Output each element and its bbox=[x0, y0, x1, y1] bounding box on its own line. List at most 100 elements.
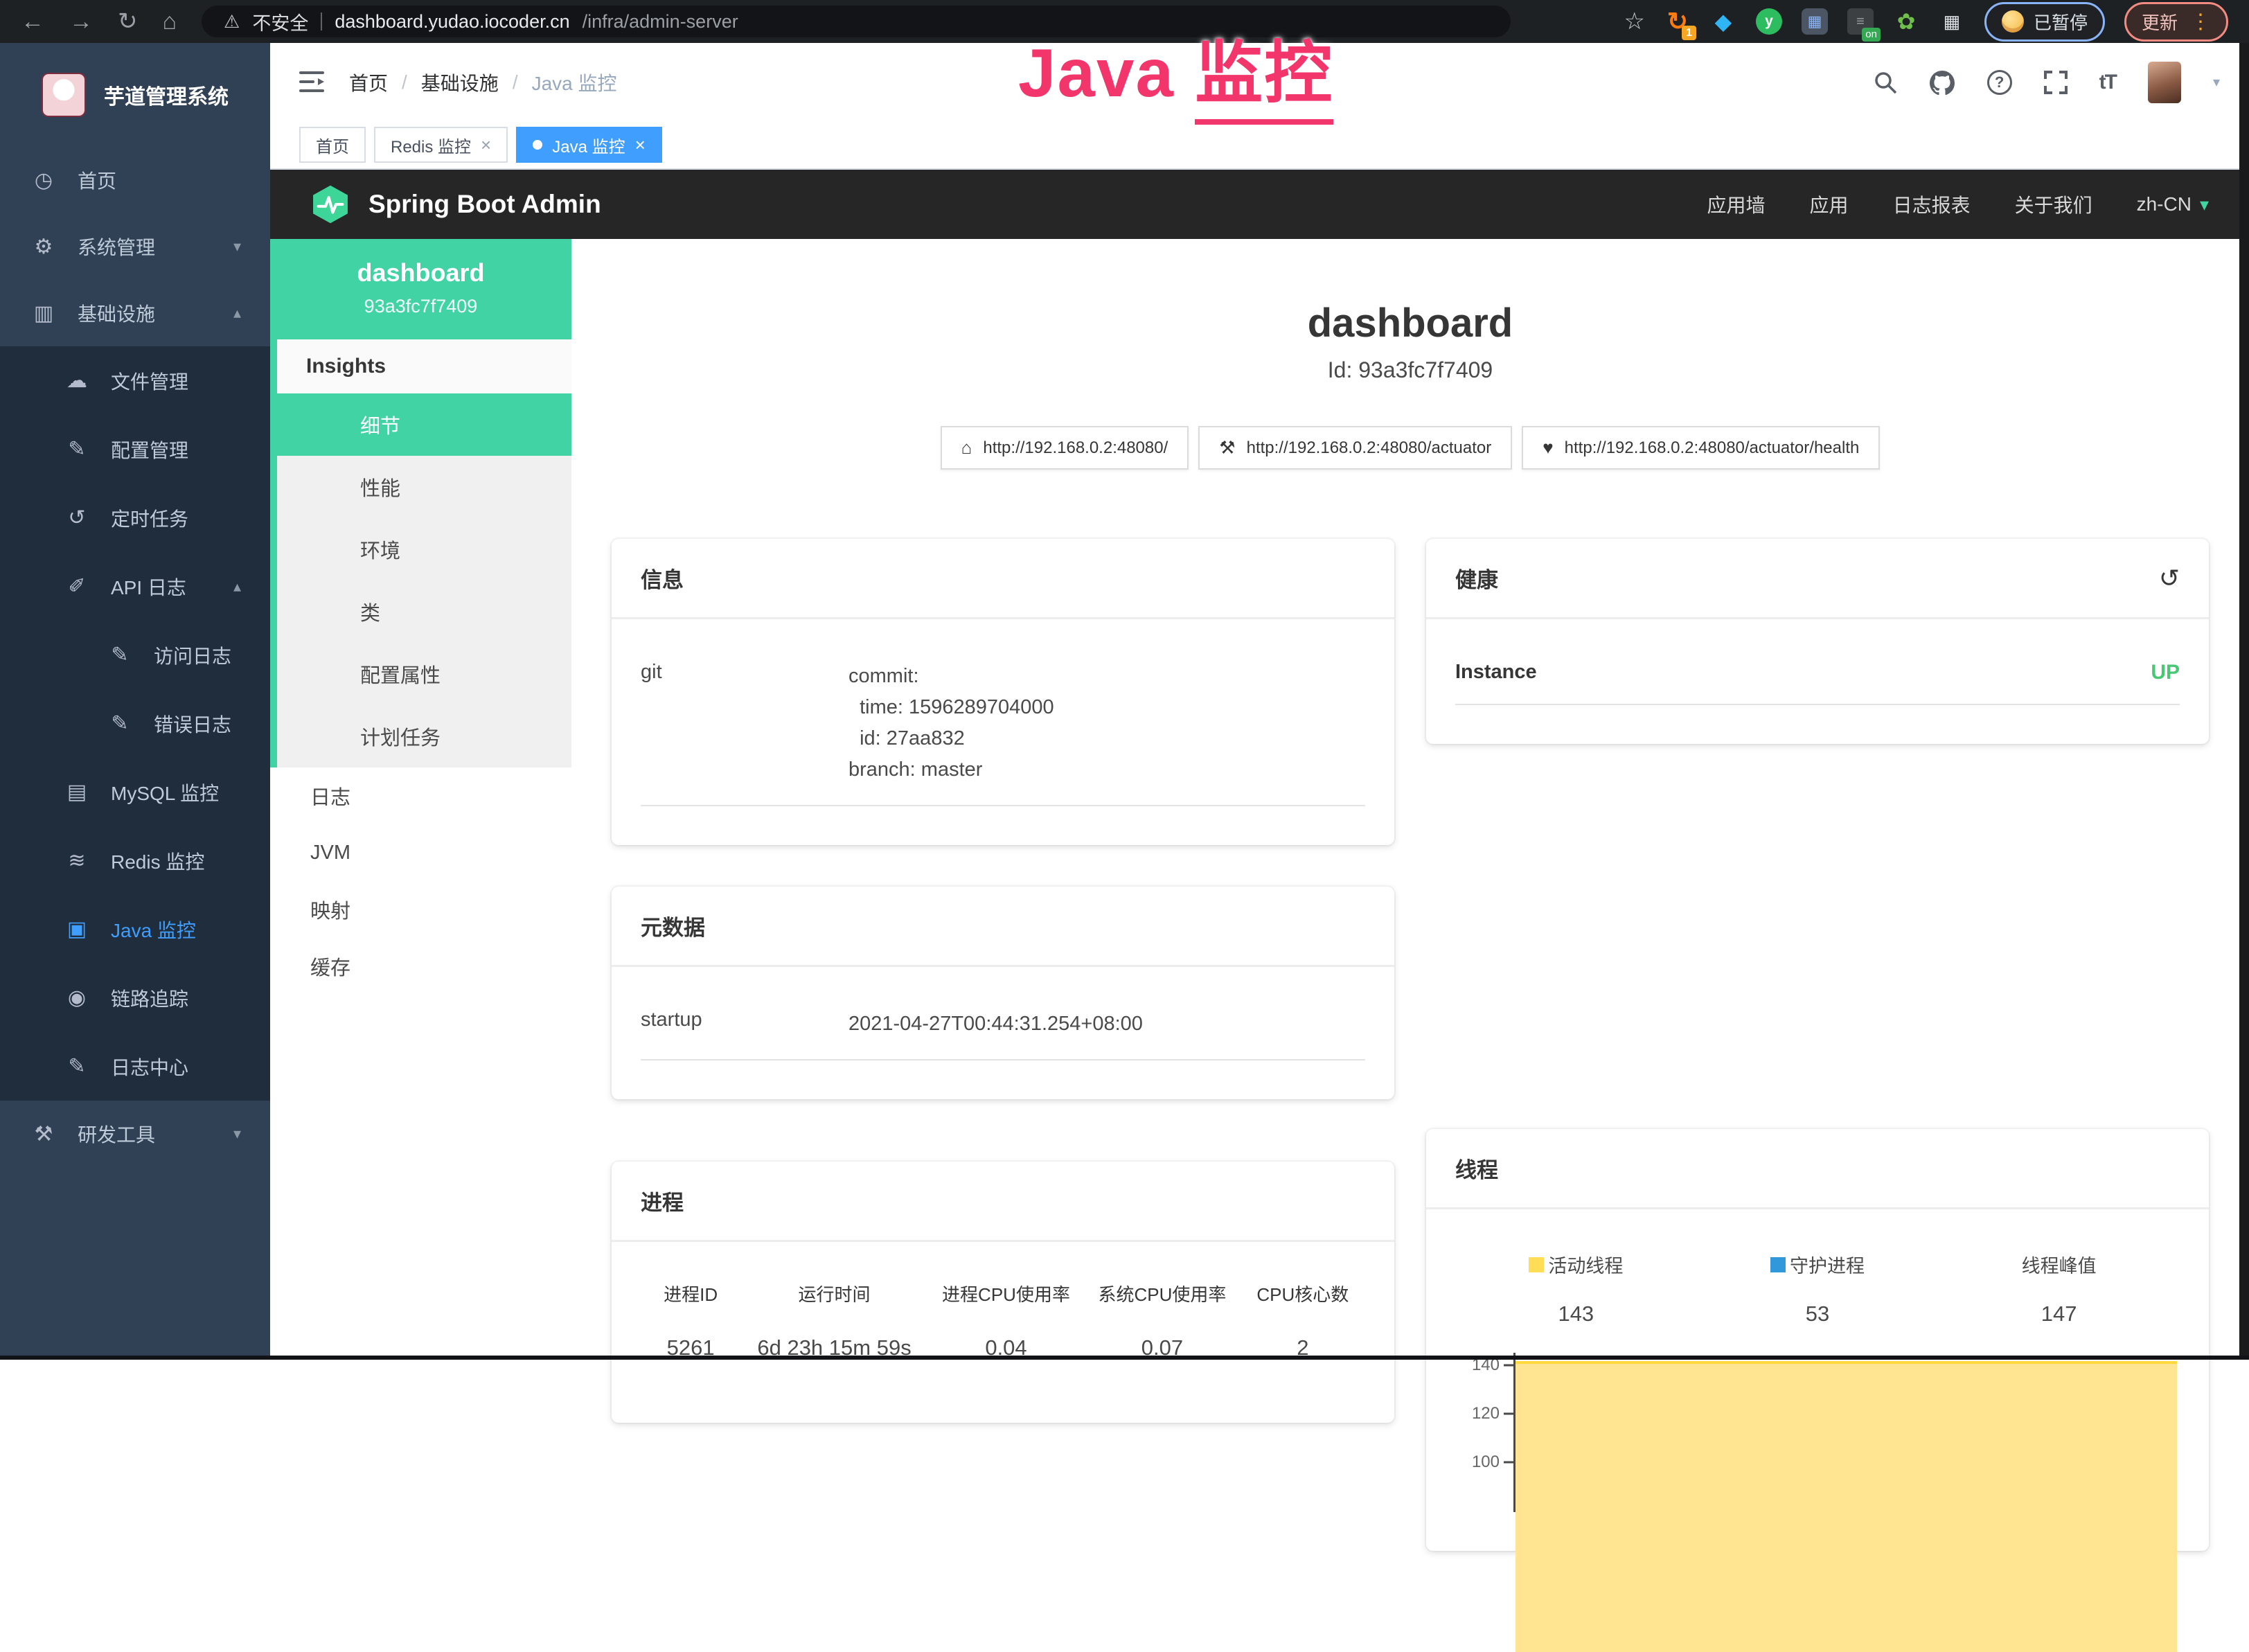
sba-nav-about[interactable]: 关于我们 bbox=[2015, 190, 2092, 218]
threads-legend: 活动线程 守护进程 线程峰值 143 bbox=[1455, 1229, 2180, 1326]
user-avatar[interactable] bbox=[2148, 62, 2181, 103]
chevron-down-icon: ▾ bbox=[233, 238, 241, 256]
sba-language-select[interactable]: zh-CN ▾ bbox=[2137, 193, 2209, 215]
active-tab-dot bbox=[533, 140, 542, 150]
info-row-label: git bbox=[641, 661, 848, 785]
language-label: zh-CN bbox=[2137, 193, 2192, 215]
sidebar-item-home[interactable]: ◷ 首页 bbox=[0, 147, 270, 213]
tab-redis-monitor[interactable]: Redis 监控 × bbox=[374, 127, 508, 163]
sidebar-item-dev-tools[interactable]: ⚒ 研发工具 ▾ bbox=[0, 1101, 270, 1167]
browser-update-button[interactable]: 更新 ⋮ bbox=[2124, 2, 2228, 42]
security-warning-icon: ⚠ bbox=[224, 11, 240, 33]
brand-name: 芋道管理系统 bbox=[104, 80, 229, 110]
git-branch-line: branch: master bbox=[848, 754, 1365, 785]
sba-nav-scheduled-tasks[interactable]: 计划任务 bbox=[277, 705, 571, 767]
extension-refresh-icon[interactable]: ↻ 1 bbox=[1664, 8, 1691, 35]
sidebar-item-mysql-monitor[interactable]: ▤ MySQL 监控 bbox=[0, 758, 270, 826]
info-row-value: commit: time: 1596289704000 id: 27aa832 … bbox=[848, 661, 1365, 785]
page-instance-id: Id: 93a3fc7f7409 bbox=[612, 357, 2209, 383]
sba-instance-sidebar: dashboard 93a3fc7f7409 Insights 细节 性能 环境… bbox=[270, 239, 571, 1360]
sba-nav-details[interactable]: 细节 bbox=[277, 393, 571, 456]
extension-grid-icon[interactable]: ▦ bbox=[1802, 8, 1828, 35]
sidebar-item-label: 错误日志 bbox=[154, 710, 231, 738]
sba-topbar: Spring Boot Admin 应用墙 应用 日志报表 关于我们 zh-CN… bbox=[270, 170, 2249, 239]
breadcrumb-infra[interactable]: 基础设施 bbox=[421, 69, 499, 96]
sidebar-item-file-manage[interactable]: ☁ 文件管理 bbox=[0, 346, 270, 415]
address-bar[interactable]: ⚠ 不安全 dashboard.yudao.iocoder.cn/infra/a… bbox=[202, 6, 1511, 37]
sba-nav-journal[interactable]: 日志报表 bbox=[1893, 190, 1971, 218]
sba-nav-caches[interactable]: 缓存 bbox=[270, 938, 571, 995]
instance-header[interactable]: dashboard 93a3fc7f7409 bbox=[270, 239, 571, 339]
sba-nav-metrics[interactable]: 性能 bbox=[277, 456, 571, 518]
layers-icon: ≋ bbox=[62, 849, 91, 873]
health-row-instance[interactable]: Instance UP bbox=[1455, 639, 2180, 705]
sba-nav-mappings[interactable]: 映射 bbox=[270, 881, 571, 938]
sidebar-item-label: 文件管理 bbox=[111, 367, 188, 395]
sidebar-item-access-logs[interactable]: ✎ 访问日志 bbox=[0, 621, 270, 689]
health-url: http://192.168.0.2:48080/actuator/health bbox=[1565, 438, 1860, 458]
extension-pin-icon[interactable]: ◆ bbox=[1710, 8, 1736, 35]
sidebar-item-api-logs[interactable]: ✐ API 日志 ▴ bbox=[0, 552, 270, 621]
sidebar-item-tracing[interactable]: ◉ 链路追踪 bbox=[0, 963, 270, 1032]
threads-chart-plot-area bbox=[1513, 1353, 2180, 1512]
github-icon[interactable] bbox=[1929, 70, 1955, 95]
sidebar-item-error-logs[interactable]: ✎ 错误日志 bbox=[0, 689, 270, 758]
close-icon[interactable]: × bbox=[635, 136, 646, 154]
health-url-chip[interactable]: ♥ http://192.168.0.2:48080/actuator/heal… bbox=[1522, 426, 1880, 470]
monitor-icon: ▥ bbox=[29, 301, 58, 326]
sba-nav-wallboard[interactable]: 应用墙 bbox=[1707, 190, 1766, 218]
sidebar-item-system[interactable]: ⚙ 系统管理 ▾ bbox=[0, 213, 270, 280]
legend-live-threads: 活动线程 bbox=[1455, 1251, 1697, 1278]
help-icon[interactable]: ? bbox=[1987, 70, 2012, 95]
brand-row[interactable]: 芋道管理系统 bbox=[0, 43, 270, 147]
fullscreen-icon[interactable] bbox=[2044, 71, 2068, 94]
sba-brand-title[interactable]: Spring Boot Admin bbox=[368, 190, 601, 219]
browser-forward-icon[interactable]: → bbox=[69, 10, 93, 33]
chevron-down-icon: ▾ bbox=[233, 1125, 241, 1143]
browser-back-icon[interactable]: ← bbox=[21, 10, 44, 33]
sba-nav-classes[interactable]: 类 bbox=[277, 580, 571, 643]
sba-nav-jvm[interactable]: JVM bbox=[270, 824, 571, 881]
sidebar-item-java-monitor[interactable]: ▣ Java 监控 bbox=[0, 895, 270, 963]
sba-nav-config-props[interactable]: 配置属性 bbox=[277, 643, 571, 705]
process-col-uptime: 运行时间 bbox=[740, 1281, 928, 1306]
sba-nav-logs[interactable]: 日志 bbox=[270, 767, 571, 824]
search-icon[interactable] bbox=[1874, 71, 1897, 94]
close-icon[interactable]: × bbox=[481, 136, 491, 154]
browser-menu-dots-icon[interactable]: ⋮ bbox=[2190, 10, 2211, 34]
sidebar-item-scheduled-jobs[interactable]: ↺ 定时任务 bbox=[0, 483, 270, 552]
security-label[interactable]: 不安全 bbox=[252, 8, 308, 35]
breadcrumb-home[interactable]: 首页 bbox=[349, 69, 388, 96]
sidebar-item-log-center[interactable]: ✎ 日志中心 bbox=[0, 1032, 270, 1101]
app-window: 芋道管理系统 ◷ 首页 ⚙ 系统管理 ▾ ▥ 基础设施 ▴ ☁ 文件管理 ✎ 配… bbox=[0, 43, 2249, 1360]
sidebar-collapse-icon[interactable] bbox=[299, 71, 324, 94]
window-right-scrollbar[interactable] bbox=[2239, 43, 2249, 1360]
actuator-url-chip[interactable]: ⚒ http://192.168.0.2:48080/actuator bbox=[1198, 426, 1512, 470]
extension-proxy-icon[interactable]: ≡ on bbox=[1847, 8, 1874, 35]
sidebar-item-infra[interactable]: ▥ 基础设施 ▴ bbox=[0, 280, 270, 346]
sba-nav-applications[interactable]: 应用 bbox=[1810, 190, 1849, 218]
extension-yuque-icon[interactable]: y bbox=[1756, 8, 1782, 35]
tab-home[interactable]: 首页 bbox=[299, 127, 366, 163]
extension-leaf-icon[interactable]: ✿ bbox=[1893, 8, 1919, 35]
service-url-chip[interactable]: ⌂ http://192.168.0.2:48080/ bbox=[941, 426, 1189, 470]
git-commit-line: commit: bbox=[848, 661, 1365, 692]
sidebar-item-config-manage[interactable]: ✎ 配置管理 bbox=[0, 415, 270, 483]
sba-nav: 应用墙 应用 日志报表 关于我们 zh-CN ▾ bbox=[1707, 190, 2209, 218]
font-size-icon[interactable]: tT bbox=[2099, 71, 2116, 94]
sba-nav-environment[interactable]: 环境 bbox=[277, 518, 571, 580]
bookmark-star-icon[interactable]: ☆ bbox=[1624, 8, 1644, 35]
tab-java-monitor[interactable]: Java 监控 × bbox=[516, 127, 662, 163]
profile-paused-pill[interactable]: 已暂停 bbox=[1984, 2, 2105, 42]
sidebar-item-redis-monitor[interactable]: ≋ Redis 监控 bbox=[0, 826, 270, 895]
extensions-puzzle-icon[interactable]: ▦ bbox=[1939, 8, 1965, 35]
browser-home-icon[interactable]: ⌂ bbox=[163, 10, 177, 33]
health-history-icon[interactable]: ↺ bbox=[2159, 564, 2180, 593]
y-tick-dash bbox=[1504, 1413, 1513, 1415]
browser-reload-icon[interactable]: ↻ bbox=[118, 10, 138, 33]
metadata-row-value: 2021-04-27T00:44:31.254+08:00 bbox=[848, 1009, 1365, 1040]
daemon-threads-value: 53 bbox=[1697, 1302, 1939, 1326]
health-card: 健康 ↺ Instance UP bbox=[1426, 539, 2209, 744]
spring-boot-admin-logo-icon[interactable] bbox=[310, 184, 350, 224]
user-menu-caret-icon[interactable]: ▾ bbox=[2213, 73, 2220, 91]
